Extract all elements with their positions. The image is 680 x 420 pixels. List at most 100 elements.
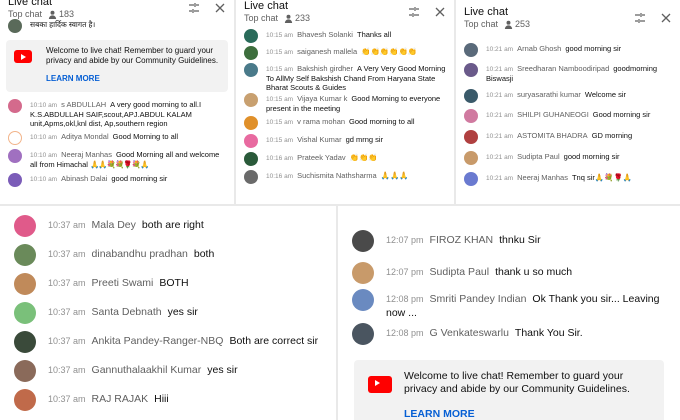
list-item: 12:08 pm Smriti Pandey Indian Ok Thank you… <box>338 289 680 326</box>
message-text: good morning sir <box>111 174 168 183</box>
message-author[interactable]: Sreedharan Namboodiripad <box>517 64 609 73</box>
live-chat-panel-5: 12:07 pm FIROZ KHAN thnku Sir 12:07 pm Sudi… <box>338 206 680 420</box>
avatar <box>14 360 36 382</box>
list-item: 10:15 am v rama mohan Good morning to all <box>236 116 454 135</box>
message-author[interactable]: Gannuthalaakhil Kumar <box>92 364 202 376</box>
message-author[interactable]: s ABDULLAH <box>61 100 106 109</box>
message-author[interactable]: dinabandhu pradhan <box>92 248 188 260</box>
message-text: Thank You Sir. <box>514 327 583 339</box>
message-author[interactable]: Preeti Swami <box>92 277 154 289</box>
message-time: 10:21 am <box>486 66 514 73</box>
message-time: 10:10 am <box>30 134 58 141</box>
chat-mode-label[interactable]: Top chat <box>464 18 498 30</box>
viewer-count: 253 <box>504 18 530 30</box>
tune-icon[interactable] <box>634 12 646 24</box>
message-author[interactable]: Smriti Pandey Indian <box>430 293 527 305</box>
close-icon[interactable] <box>214 2 226 14</box>
learn-more-link[interactable]: LEARN MORE <box>404 408 654 420</box>
list-item: 10:37 am RAJ RAJAK Hiii <box>0 389 336 420</box>
message-author[interactable]: Bakshish girdher <box>297 64 353 73</box>
avatar <box>8 149 22 163</box>
message-author[interactable]: Santa Debnath <box>92 306 162 318</box>
learn-more-link[interactable]: LEARN MORE <box>46 74 222 83</box>
avatar <box>14 215 36 237</box>
list-item: 10:21 am ASTOMITA BHADRA GD morning <box>456 130 680 152</box>
message-author[interactable]: Mala Dey <box>92 219 136 231</box>
message-text: Welcome sir <box>584 90 627 99</box>
tune-icon[interactable] <box>188 2 200 14</box>
message-author[interactable]: ASTOMITA BHADRA <box>517 131 588 140</box>
message-author[interactable]: Arnab Ghosh <box>517 44 561 53</box>
viewer-count: 183 <box>48 8 74 20</box>
message-text: GD morning <box>591 131 633 140</box>
list-item: 10:16 am Prateek Yadav 👏👏👏 <box>236 152 454 171</box>
message-time: 10:21 am <box>486 112 514 119</box>
avatar <box>352 289 374 311</box>
chat-mode-label[interactable]: Top chat <box>244 12 278 24</box>
message-author[interactable]: Abinash Dalai <box>61 174 107 183</box>
message-time: 10:21 am <box>486 46 514 53</box>
message-time: 10:37 am <box>48 278 86 288</box>
message-time: 12:07 pm <box>386 267 424 277</box>
message-author[interactable]: Suchismita Nathsharma <box>297 171 377 180</box>
avatar <box>244 116 258 130</box>
avatar <box>14 302 36 324</box>
message-text: Hiii <box>154 393 169 405</box>
list-item: 10:21 am Arnab Ghosh good morning sir <box>456 43 680 64</box>
avatar <box>464 63 478 77</box>
message-time: 10:10 am <box>30 176 58 183</box>
chat-mode-label[interactable]: Top chat <box>8 8 42 20</box>
message-time: 10:37 am <box>48 394 86 404</box>
message-text: Good Morning to all <box>112 132 179 141</box>
message-time: 10:10 am <box>30 152 58 159</box>
welcome-text: Welcome to live chat! Remember to guard … <box>404 370 630 395</box>
list-item: 10:15 am Vijaya Kumar k Good Morning to ev… <box>236 93 454 117</box>
close-icon[interactable] <box>660 12 672 24</box>
avatar <box>244 170 258 184</box>
avatar <box>464 172 478 186</box>
message-author[interactable]: Sudipta Paul <box>517 152 560 161</box>
message-author[interactable]: RAJ RAJAK <box>92 393 149 405</box>
message-author[interactable]: Neeraj Manhas <box>61 150 112 159</box>
message-author[interactable]: suryasarathi kumar <box>517 90 581 99</box>
message-author[interactable]: Aditya Mondal <box>61 132 109 141</box>
message-author[interactable]: G Venkateswarlu <box>430 327 509 339</box>
message-time: 10:21 am <box>486 133 514 140</box>
avatar <box>8 131 22 145</box>
list-item: 12:07 pm Sudipta Paul thank u so much <box>338 262 680 292</box>
tune-icon[interactable] <box>408 6 420 18</box>
avatar <box>352 230 374 252</box>
message-author[interactable]: saiganesh mallela <box>297 47 357 56</box>
list-item: 10:37 am Gannuthalaakhil Kumar yes sir <box>0 360 336 392</box>
avatar <box>244 29 258 43</box>
message-text: 👏👏👏👏👏👏 <box>361 47 418 56</box>
person-icon <box>48 10 57 19</box>
message-author[interactable]: FIROZ KHAN <box>430 234 494 246</box>
message-time: 10:37 am <box>48 249 86 259</box>
youtube-icon <box>368 376 392 393</box>
viewer-count: 233 <box>284 12 310 24</box>
message-author[interactable]: Bhavesh Solanki <box>297 30 353 39</box>
message-author[interactable]: SHILPI GUHANEOGI <box>517 110 589 119</box>
close-icon[interactable] <box>434 6 446 18</box>
list-item: 10:15 am Bakshish girdher A Very Very Good… <box>236 63 454 94</box>
person-icon <box>504 20 513 29</box>
message-author[interactable]: Vijaya Kumar k <box>297 94 347 103</box>
message-text: yes sir <box>167 306 198 318</box>
list-item: 10:37 am Ankita Pandey-Ranger-NBQ Both are… <box>0 331 336 363</box>
message-author[interactable]: v rama mohan <box>297 117 345 126</box>
youtube-icon <box>14 50 32 63</box>
message-author[interactable]: Prateek Yadav <box>297 153 346 162</box>
list-item: 10:21 am Neeraj Manhas Tnq sir🙏💐🌹🙏 <box>456 172 680 193</box>
avatar <box>244 46 258 60</box>
message-author[interactable]: Vishal Kumar <box>297 135 341 144</box>
avatar <box>352 262 374 284</box>
message-time: 12:08 pm <box>386 328 424 338</box>
welcome-text: Welcome to live chat! Remember to guard … <box>46 46 219 65</box>
list-item: 10:15 am Vishal Kumar gd mrng sir <box>236 134 454 153</box>
message-author[interactable]: Sudipta Paul <box>430 266 490 278</box>
message-author[interactable]: Ankita Pandey-Ranger-NBQ <box>92 335 224 347</box>
avatar <box>464 151 478 165</box>
message-author[interactable]: Neeraj Manhas <box>517 173 568 182</box>
list-item: 10:21 am suryasarathi kumar Welcome sir <box>456 89 680 110</box>
